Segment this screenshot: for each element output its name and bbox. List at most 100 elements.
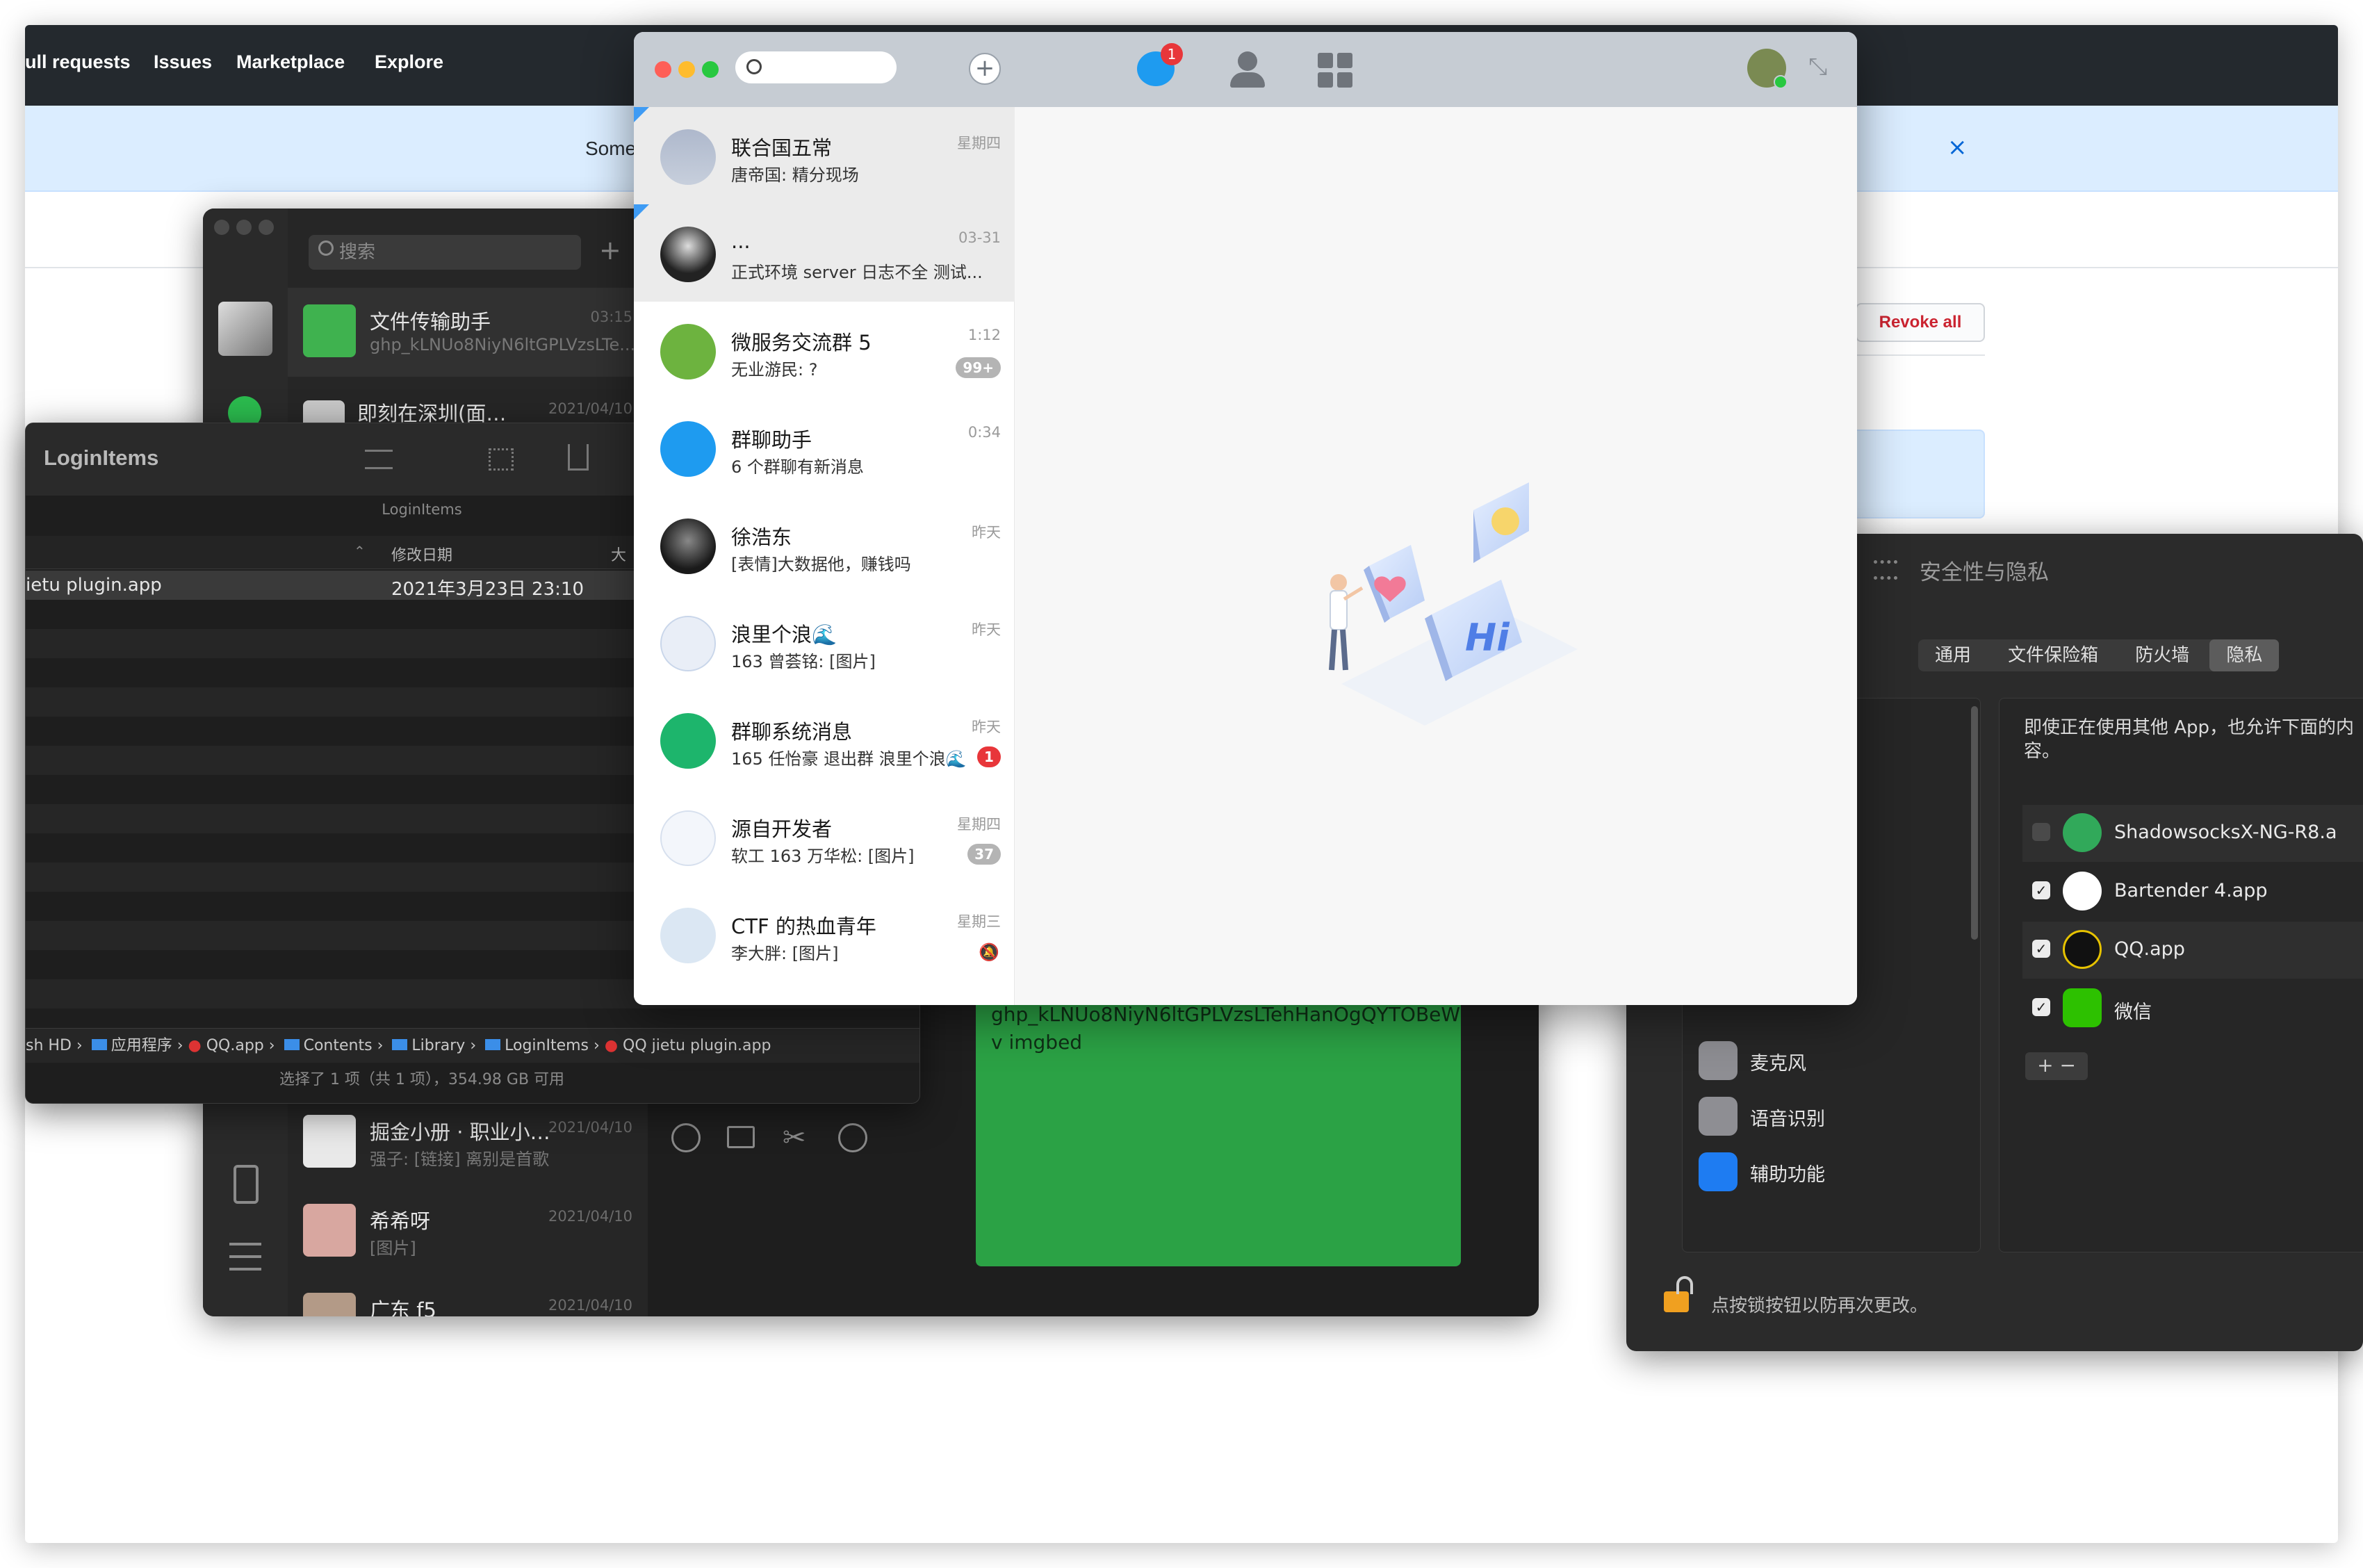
conversation-time: 星期三	[957, 913, 1001, 930]
conversation-preview: 李大胖: [图片]	[731, 944, 839, 963]
menu-icon[interactable]	[229, 1243, 261, 1271]
app-checkbox[interactable]: ✓	[2032, 998, 2050, 1016]
path-item-contents[interactable]: Contents	[304, 1037, 373, 1054]
conversation-item[interactable]: 徐浩东 [表情]大数据他，赚钱吗 昨天	[634, 496, 1015, 594]
chat-item[interactable]: 掘金小册 · 职业小… 强子: [链接] 离别是首歌 2021/04/10	[288, 1098, 648, 1187]
chat-bubble-icon[interactable]	[838, 1123, 867, 1152]
chat-time: 03:15	[590, 309, 632, 325]
chat-item[interactable]: 文件传输助手 ghp_kLNUo8NiyN6ltGPLVzsLTe... 03:…	[288, 288, 648, 377]
revoke-all-button[interactable]: Revoke all	[1856, 303, 1985, 342]
conversation-item[interactable]: 群聊系统消息 165 任怡豪 退出群 浪里个浪🌊 昨天 1	[634, 691, 1015, 788]
app-checkbox[interactable]	[2032, 823, 2050, 841]
column-size[interactable]: 大	[611, 543, 626, 565]
folder-icon	[284, 1039, 300, 1050]
tab-general[interactable]: 通用	[1918, 639, 1988, 671]
add-remove-buttons[interactable]: + −	[2025, 1052, 2088, 1080]
scrollbar[interactable]	[1971, 706, 1978, 940]
apps-grid-icon[interactable]	[1318, 53, 1352, 88]
window-close-button[interactable]	[655, 61, 671, 78]
group-icon[interactable]	[489, 448, 514, 471]
nav-marketplace[interactable]: Marketplace	[236, 51, 345, 73]
path-item-plugin[interactable]: QQ jietu plugin.app	[623, 1037, 771, 1054]
add-icon[interactable]: +	[969, 53, 1001, 85]
scissors-icon[interactable]: ✂	[783, 1122, 806, 1154]
emoji-icon[interactable]	[671, 1123, 701, 1152]
chat-time: 2021/04/10	[548, 1208, 632, 1225]
window-zoom-button[interactable]	[702, 61, 719, 78]
unread-badge: 37	[967, 844, 1001, 865]
nav-explore[interactable]: Explore	[375, 51, 443, 73]
paper-plane-icon	[2063, 813, 2102, 852]
path-item-library[interactable]: Library	[411, 1037, 465, 1054]
category-label: 语音识别	[1750, 1109, 1825, 1130]
grid-icon[interactable]	[1874, 560, 1897, 580]
folder-icon[interactable]	[727, 1126, 755, 1148]
conversation-item[interactable]: 微服务交流群 5 无业游民: ? 1:12 99+	[634, 302, 1015, 399]
nav-issues[interactable]: Issues	[154, 51, 212, 73]
chat-time: 2021/04/10	[548, 400, 632, 417]
collapse-icon[interactable]: ⤡	[1808, 53, 1827, 81]
close-icon[interactable]: ×	[1947, 133, 1968, 161]
app-row[interactable]: ShadowsocksX-NG-R8.a	[2022, 805, 2363, 862]
window-minimize-button[interactable]	[236, 220, 252, 235]
conversation-name: 微服务交流群 5	[731, 331, 872, 354]
lock-icon[interactable]	[1664, 1291, 1689, 1312]
tab-filevault[interactable]: 文件保险箱	[1991, 639, 2115, 671]
chat-item[interactable]: 广东 f5 2021/04/10	[288, 1276, 648, 1316]
phone-icon[interactable]	[234, 1165, 259, 1204]
path-item-qq[interactable]: QQ.app	[206, 1037, 264, 1054]
search-input[interactable]: 搜索	[309, 235, 581, 270]
app-checkbox[interactable]: ✓	[2032, 940, 2050, 958]
category-accessibility[interactable]: 辅助功能	[1699, 1144, 1977, 1200]
lock-shackle	[1676, 1276, 1693, 1294]
info-box	[1851, 430, 1985, 518]
category-speech[interactable]: 语音识别	[1699, 1088, 1977, 1144]
sort-chevron-icon[interactable]: ⌃	[354, 543, 366, 560]
category-label: 辅助功能	[1750, 1164, 1825, 1186]
tab-firewall[interactable]: 防火墙	[2118, 639, 2206, 671]
path-item-disk[interactable]: sh HD	[26, 1037, 72, 1054]
column-modified[interactable]: 修改日期	[391, 543, 452, 565]
conversation-time: 0:34	[967, 424, 1001, 441]
search-input[interactable]	[735, 51, 897, 83]
notification-badge: 1	[1161, 43, 1183, 65]
avatar	[660, 616, 716, 671]
path-separator: ›	[177, 1037, 183, 1054]
file-name: ietu plugin.app	[26, 575, 162, 596]
conversation-item[interactable]: ... 正式环境 server 日志不全 测试... 03-31	[634, 204, 1015, 302]
window-minimize-button[interactable]	[678, 61, 695, 78]
app-row[interactable]: ✓ 微信	[2022, 980, 2363, 1037]
app-row[interactable]: ✓ QQ.app	[2022, 922, 2363, 979]
conversation-item[interactable]: CTF 的热血青年 李大胖: [图片] 星期三 🔕	[634, 885, 1015, 983]
share-icon[interactable]	[568, 444, 589, 471]
waveform-icon	[1699, 1097, 1737, 1136]
pinned-marker	[634, 107, 649, 122]
folder-icon	[485, 1039, 501, 1050]
window-close-button[interactable]	[214, 220, 229, 235]
app-name: Bartender 4.app	[2114, 880, 2268, 901]
chat-item[interactable]: 希希呀 [图片] 2021/04/10	[288, 1187, 648, 1276]
path-item-applications[interactable]: 应用程序	[111, 1037, 172, 1054]
message-bubble[interactable]: ghp_kLNUo8NiyN6ltGPLVzsLTehHanOgQYTOBeW …	[976, 991, 1461, 1266]
conversation-item[interactable]: 联合国五常 唐帝国: 精分现场 星期四	[634, 107, 1015, 204]
file-transfer-avatar	[303, 304, 356, 357]
app-checkbox[interactable]: ✓	[2032, 881, 2050, 899]
conversation-item[interactable]: 群聊助手 6 个群聊有新消息 0:34	[634, 399, 1015, 496]
path-bar: sh HD › 应用程序 › ● QQ.app › Contents › Lib…	[26, 1028, 919, 1063]
category-microphone[interactable]: 麦克风	[1699, 1033, 1977, 1088]
avatar[interactable]	[218, 302, 272, 356]
app-row[interactable]: ✓ Bartender 4.app	[2022, 863, 2363, 920]
list-view-icon[interactable]	[365, 450, 393, 469]
window-zoom-button[interactable]	[259, 220, 274, 235]
contacts-icon[interactable]	[1230, 51, 1265, 88]
add-icon[interactable]: +	[599, 235, 621, 266]
hi-illustration: Hi	[1329, 482, 1578, 726]
nav-pull-requests[interactable]: ull requests	[25, 51, 131, 73]
window-title: 安全性与隐私	[1920, 560, 2049, 585]
hi-text: Hi	[1465, 616, 1510, 660]
conversation-name: ...	[731, 229, 751, 253]
path-item-loginitems[interactable]: LoginItems	[505, 1037, 589, 1054]
conversation-item[interactable]: 浪里个浪🌊 163 曾荟铭: [图片] 昨天	[634, 594, 1015, 691]
tab-privacy[interactable]: 隐私	[2209, 639, 2280, 671]
conversation-item[interactable]: 源自开发者 软工 163 万华松: [图片] 星期四 37	[634, 788, 1015, 885]
